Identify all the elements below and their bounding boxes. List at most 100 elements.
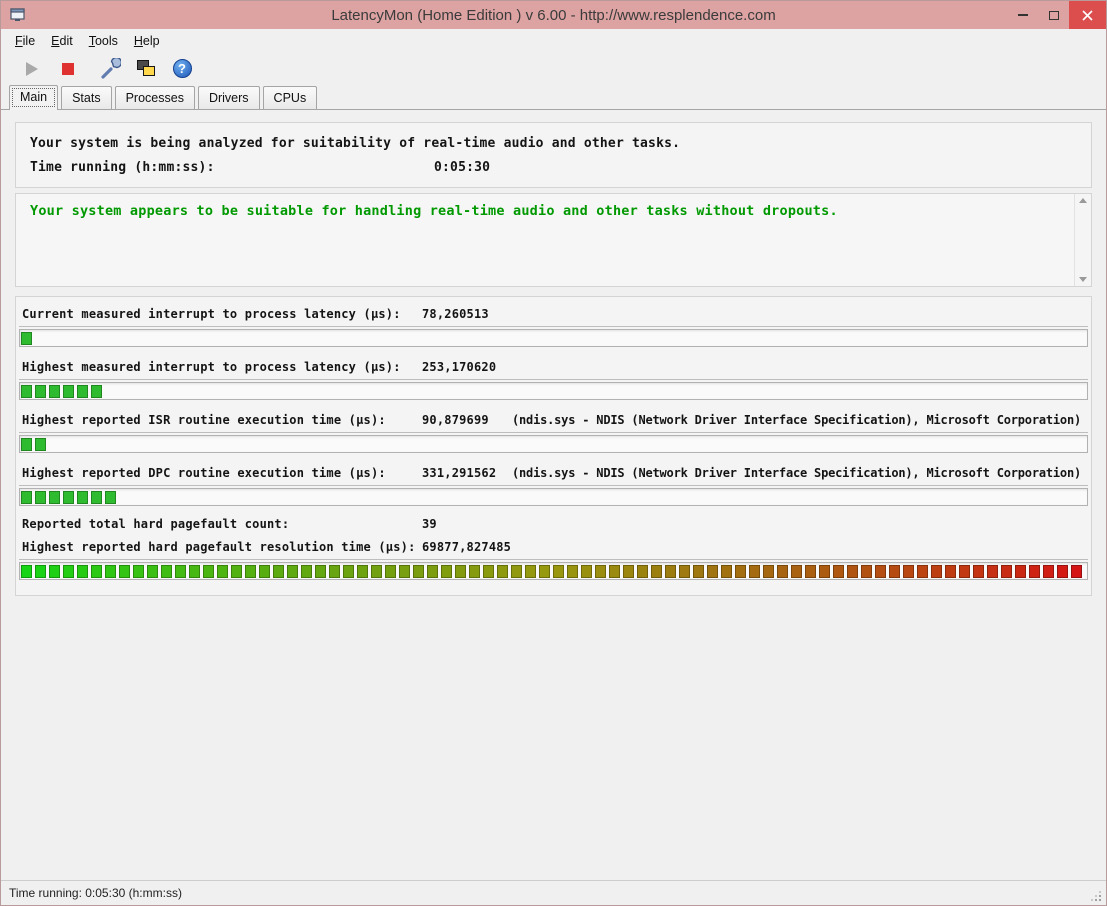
metric-label-row: Highest measured interrupt to process la… (19, 354, 1088, 380)
tab-processes[interactable]: Processes (114, 86, 195, 109)
bar-segment (371, 564, 382, 578)
bar-segment (77, 384, 88, 398)
bar-segment (819, 564, 830, 578)
windows-icon (136, 59, 156, 78)
maximize-icon (1048, 10, 1059, 20)
bar-segment (21, 384, 32, 398)
tools-options-button[interactable] (92, 55, 128, 83)
bar-segment (273, 564, 284, 578)
stop-monitor-button[interactable] (50, 55, 86, 83)
latency-level-bar (19, 382, 1088, 400)
menu-tools[interactable]: Tools (81, 31, 126, 51)
bar-segment (91, 490, 102, 504)
metric-label-row: Reported total hard pagefault count: 39 (19, 513, 1088, 534)
bar-segment (469, 564, 480, 578)
app-icon (10, 7, 26, 23)
bar-segment (511, 564, 522, 578)
bar-segment (35, 564, 46, 578)
start-monitor-button[interactable] (14, 55, 50, 83)
metric-row: Highest reported ISR routine execution t… (19, 407, 1088, 453)
latency-level-bar (19, 488, 1088, 506)
menu-edit[interactable]: Edit (43, 31, 81, 51)
bar-segment (1057, 564, 1068, 578)
time-running-value: 0:05:30 (434, 160, 491, 175)
bar-segment (161, 564, 172, 578)
bar-segment (385, 564, 396, 578)
bar-segment (133, 564, 144, 578)
analysis-panel: Your system is being analyzed for suitab… (15, 122, 1092, 188)
scroll-up-icon[interactable] (1079, 198, 1087, 203)
help-button[interactable]: ? (164, 55, 200, 83)
bar-segment (721, 564, 732, 578)
bar-segment (497, 564, 508, 578)
pagefault-gradient-bar (19, 562, 1088, 580)
bar-segment (651, 564, 662, 578)
scroll-down-icon[interactable] (1079, 277, 1087, 282)
bar-segment (861, 564, 872, 578)
bar-segment (763, 564, 774, 578)
bar-segment (1043, 564, 1054, 578)
bar-segment (189, 564, 200, 578)
metric-label: Highest reported ISR routine execution t… (22, 412, 386, 427)
window-title: LatencyMon (Home Edition ) v 6.00 - http… (331, 6, 776, 24)
tab-stats[interactable]: Stats (61, 86, 112, 109)
bar-segment (63, 490, 74, 504)
stop-icon (62, 62, 74, 75)
bar-segment (539, 564, 550, 578)
bar-segment (581, 564, 592, 578)
bar-segment (1001, 564, 1012, 578)
metric-row: Reported total hard pagefault count: 39 (19, 513, 1088, 534)
bar-segment (231, 564, 242, 578)
metric-label: Reported total hard pagefault count: (22, 516, 290, 531)
bar-segment (245, 564, 256, 578)
metric-driver-info: (ndis.sys - NDIS (Network Driver Interfa… (512, 412, 1081, 427)
play-icon (26, 61, 38, 76)
processes-window-button[interactable] (128, 55, 164, 83)
bar-segment (427, 564, 438, 578)
maximize-button[interactable] (1038, 1, 1069, 29)
resize-grip[interactable] (1099, 899, 1101, 901)
bar-segment (91, 564, 102, 578)
bar-segment (777, 564, 788, 578)
bar-segment (441, 564, 452, 578)
menu-file[interactable]: File (7, 31, 43, 51)
bar-segment (35, 490, 46, 504)
metric-label: Current measured interrupt to process la… (22, 306, 401, 321)
bar-segment (21, 564, 32, 578)
metric-driver-info: (ndis.sys - NDIS (Network Driver Interfa… (512, 465, 1081, 480)
bar-segment (301, 564, 312, 578)
bar-segment (609, 564, 620, 578)
tab-bar: Main Stats Processes Drivers CPUs (1, 85, 1106, 110)
latency-level-bar (19, 329, 1088, 347)
status-text: Time running: 0:05:30 (h:mm:ss) (9, 886, 182, 900)
bar-segment (315, 564, 326, 578)
metric-row: Current measured interrupt to process la… (19, 301, 1088, 347)
bar-segment (693, 564, 704, 578)
tab-main[interactable]: Main (9, 85, 59, 110)
report-scrollbar[interactable] (1074, 194, 1091, 286)
status-bar: Time running: 0:05:30 (h:mm:ss) (1, 880, 1106, 905)
bar-segment (287, 564, 298, 578)
bar-segment (805, 564, 816, 578)
bar-segment (665, 564, 676, 578)
bar-segment (1015, 564, 1026, 578)
menu-help[interactable]: Help (126, 31, 168, 51)
bar-segment (637, 564, 648, 578)
metric-label: Highest reported hard pagefault resoluti… (22, 539, 416, 554)
bar-segment (175, 564, 186, 578)
bar-segment (735, 564, 746, 578)
bar-segment (105, 564, 116, 578)
tab-drivers[interactable]: Drivers (197, 86, 260, 109)
minimize-button[interactable] (1007, 1, 1038, 29)
metric-label-row: Highest reported DPC routine execution t… (19, 460, 1088, 486)
close-button[interactable] (1069, 1, 1106, 29)
metric-label-row: Highest reported hard pagefault resoluti… (19, 534, 1088, 560)
bar-segment (21, 331, 32, 345)
tab-cpus[interactable]: CPUs (262, 86, 318, 109)
titlebar[interactable]: LatencyMon (Home Edition ) v 6.00 - http… (1, 1, 1106, 29)
bar-segment (77, 564, 88, 578)
bar-segment (679, 564, 690, 578)
bar-segment (875, 564, 886, 578)
bar-segment (329, 564, 340, 578)
bar-segment (49, 564, 60, 578)
